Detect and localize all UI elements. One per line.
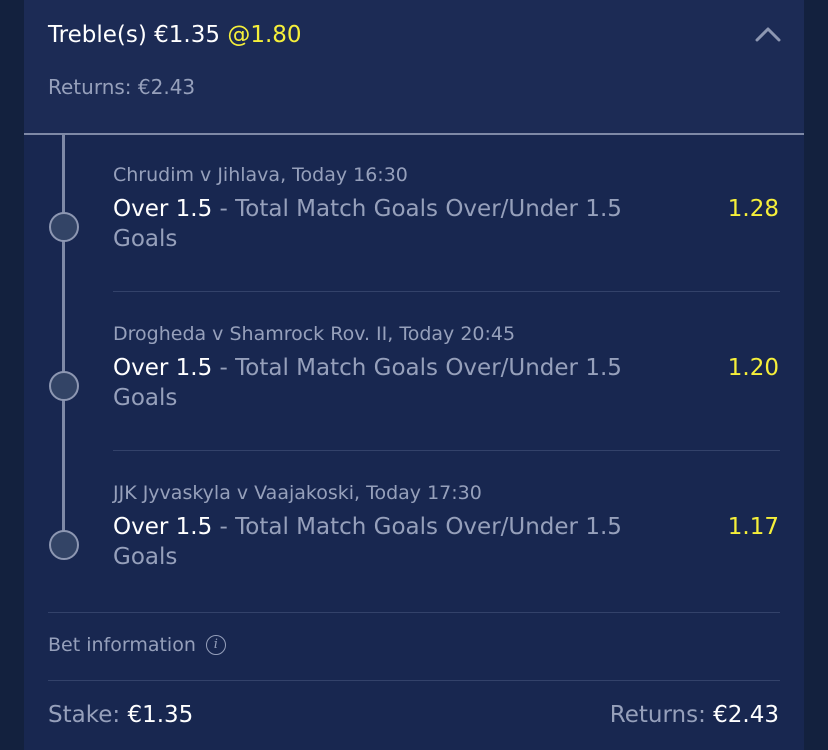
- timeline-dot: [49, 212, 79, 242]
- bet-stake: €1.35: [154, 22, 221, 48]
- bet-odds: @1.80: [227, 22, 302, 48]
- header-returns-label: Returns:: [48, 75, 132, 99]
- bet-type: Treble(s): [48, 22, 147, 48]
- leg-item: JJK Jyvaskyla v Vaajakoski, Today 17:30 …: [24, 468, 804, 608]
- leg-selection: Over 1.5 - Total Match Goals Over/Under …: [113, 194, 683, 254]
- footer-stake-value: €1.35: [127, 702, 194, 728]
- bet-card: Treble(s) €1.35 @1.80 Returns: €2.43 Chr…: [24, 0, 804, 750]
- leg-selection-name: Over 1.5: [113, 196, 213, 222]
- leg-event: Drogheda v Shamrock Rov. II, Today 20:45: [113, 323, 516, 345]
- footer-stake: Stake: €1.35: [48, 702, 193, 728]
- leg-event: Chrudim v Jihlava, Today 16:30: [113, 164, 408, 186]
- leg-selection-name: Over 1.5: [113, 355, 213, 381]
- footer-returns-label: Returns:: [609, 702, 706, 728]
- bet-information-label: Bet information: [48, 634, 196, 656]
- bet-title: Treble(s) €1.35 @1.80: [48, 22, 302, 48]
- leg-price: 1.20: [727, 355, 779, 381]
- chevron-up-icon[interactable]: [752, 20, 784, 48]
- section-divider: [48, 612, 780, 613]
- section-divider: [48, 680, 780, 681]
- footer-returns-value: €2.43: [713, 702, 779, 728]
- leg-selection: Over 1.5 - Total Match Goals Over/Under …: [113, 512, 683, 572]
- leg-divider: [113, 450, 780, 451]
- leg-selection: Over 1.5 - Total Match Goals Over/Under …: [113, 353, 683, 413]
- info-icon[interactable]: i: [205, 635, 226, 655]
- bet-information[interactable]: Bet information i: [48, 634, 226, 656]
- leg-item: Drogheda v Shamrock Rov. II, Today 20:45…: [24, 309, 804, 449]
- timeline-dot: [49, 371, 79, 401]
- header-returns-value: €2.43: [137, 75, 196, 99]
- bet-header[interactable]: Treble(s) €1.35 @1.80 Returns: €2.43: [24, 0, 804, 135]
- leg-divider: [113, 291, 780, 292]
- leg-price: 1.28: [727, 196, 779, 222]
- leg-event: JJK Jyvaskyla v Vaajakoski, Today 17:30: [113, 482, 482, 504]
- leg-selection-name: Over 1.5: [113, 514, 213, 540]
- leg-price: 1.17: [727, 514, 779, 540]
- footer-returns: Returns: €2.43: [610, 702, 779, 728]
- footer-stake-label: Stake:: [48, 702, 121, 728]
- header-returns: Returns: €2.43: [48, 75, 195, 99]
- timeline-dot: [49, 530, 79, 560]
- leg-item: Chrudim v Jihlava, Today 16:30 Over 1.5 …: [24, 150, 804, 290]
